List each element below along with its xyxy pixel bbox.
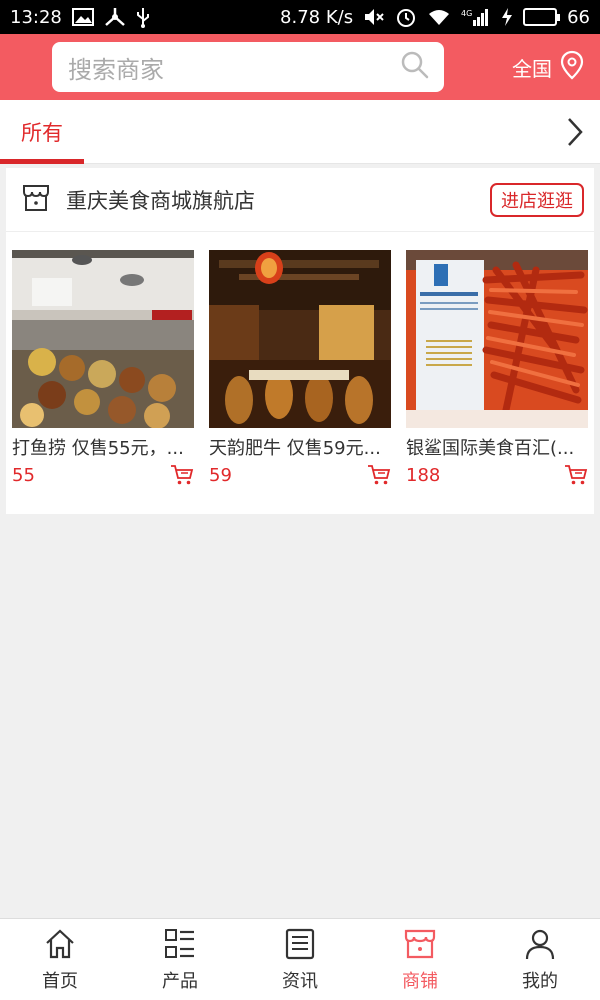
product-title[interactable]: 打鱼捞 仅售55元，... bbox=[12, 434, 192, 460]
search-input[interactable]: 搜索商家 bbox=[52, 42, 444, 92]
list-icon bbox=[165, 928, 194, 958]
product-card[interactable]: 天韵肥牛 仅售59元... 59 bbox=[209, 250, 391, 486]
mute-icon bbox=[363, 7, 385, 27]
nav-mine-label: 我的 bbox=[522, 970, 558, 992]
restaurant-interior-photo[interactable] bbox=[209, 250, 391, 428]
product-card[interactable]: 打鱼捞 仅售55元，... 55 bbox=[12, 250, 194, 486]
enter-store-button[interactable]: 进店逛逛 bbox=[490, 182, 584, 217]
home-icon bbox=[46, 929, 74, 958]
region-selector[interactable]: 全国 bbox=[512, 50, 586, 85]
alarm-icon bbox=[395, 6, 417, 28]
news-icon bbox=[285, 928, 315, 959]
nav-store-label: 商铺 bbox=[402, 970, 438, 992]
network-speed: 8.78 K/s bbox=[280, 6, 354, 28]
nav-home[interactable]: 首页 bbox=[0, 919, 120, 1000]
battery-icon bbox=[523, 8, 561, 26]
product-price: 188 bbox=[406, 464, 441, 486]
store-card: 重庆美食商城旗航店 进店逛逛 打鱼捞 仅售55元，... 55 天韵肥牛 仅售5… bbox=[6, 168, 594, 514]
store-header: 重庆美食商城旗航店 进店逛逛 bbox=[6, 168, 594, 232]
wifi-icon bbox=[427, 7, 451, 27]
image-notification-icon bbox=[71, 8, 94, 26]
product-card[interactable]: 银鲨国际美食百汇(... 188 bbox=[406, 250, 588, 486]
store-name[interactable]: 重庆美食商城旗航店 bbox=[66, 185, 255, 215]
nav-products-label: 产品 bbox=[162, 970, 198, 992]
location-pin-icon bbox=[558, 50, 586, 85]
charging-icon bbox=[501, 8, 513, 26]
network-type: 4G bbox=[461, 9, 472, 18]
product-price: 55 bbox=[12, 464, 35, 486]
nav-home-label: 首页 bbox=[42, 970, 78, 992]
product-title[interactable]: 天韵肥牛 仅售59元... bbox=[209, 434, 389, 460]
nav-news[interactable]: 资讯 bbox=[240, 919, 360, 1000]
bottom-navigation: 首页 产品 资讯 商铺 我的 bbox=[0, 918, 600, 1000]
add-to-cart-icon[interactable] bbox=[564, 464, 588, 486]
app-header: 搜索商家 全国 bbox=[0, 34, 600, 100]
add-to-cart-icon[interactable] bbox=[170, 464, 194, 486]
buffet-food-photo[interactable] bbox=[12, 250, 194, 428]
signal-icon: 4G bbox=[461, 7, 491, 27]
region-label: 全国 bbox=[512, 56, 552, 81]
nav-news-label: 资讯 bbox=[282, 970, 318, 992]
nav-mine[interactable]: 我的 bbox=[480, 919, 600, 1000]
profile-icon bbox=[525, 929, 555, 959]
battery-percent: 66 bbox=[567, 6, 590, 28]
product-title[interactable]: 银鲨国际美食百汇(... bbox=[406, 434, 586, 460]
nav-products[interactable]: 产品 bbox=[120, 919, 240, 1000]
status-bar: 13:28 8.78 K/s 4G 66 bbox=[0, 0, 600, 34]
search-placeholder: 搜索商家 bbox=[68, 55, 164, 84]
usb-icon bbox=[136, 6, 150, 28]
tab-more-button[interactable] bbox=[560, 114, 590, 150]
store-icon bbox=[404, 929, 436, 958]
product-price: 59 bbox=[209, 464, 232, 486]
product-list: 打鱼捞 仅售55元，... 55 天韵肥牛 仅售59元... 59 银鲨国际美食… bbox=[12, 250, 588, 486]
tab-all[interactable]: 所有 bbox=[0, 100, 84, 164]
connection-icon bbox=[104, 7, 126, 27]
chevron-right-icon bbox=[568, 118, 583, 146]
category-tab-bar: 所有 bbox=[0, 100, 600, 164]
king-crab-legs-photo[interactable] bbox=[406, 250, 588, 428]
status-time: 13:28 bbox=[10, 6, 62, 28]
search-icon[interactable] bbox=[400, 50, 430, 84]
add-to-cart-icon[interactable] bbox=[367, 464, 391, 486]
nav-store[interactable]: 商铺 bbox=[360, 919, 480, 1000]
storefront-icon bbox=[20, 182, 52, 218]
